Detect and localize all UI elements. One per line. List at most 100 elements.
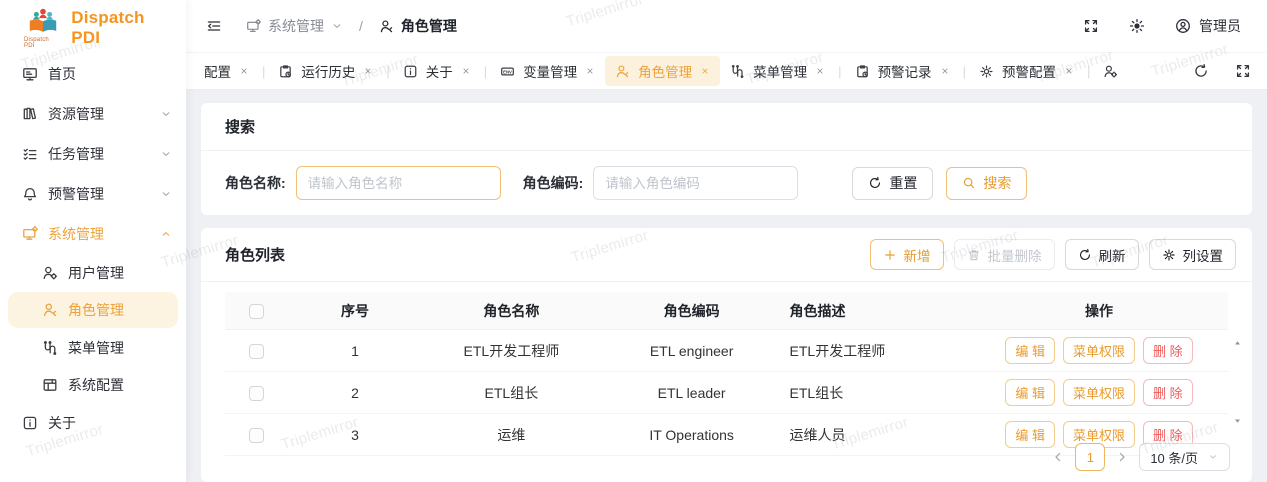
expand-content-icon[interactable] — [1235, 63, 1251, 79]
sidebar-item-menu-management[interactable]: 菜单管理 — [0, 329, 186, 366]
close-tab-icon[interactable] — [461, 66, 471, 76]
refresh-list-button[interactable]: 刷新 — [1065, 239, 1139, 270]
role-name-input[interactable] — [296, 166, 501, 200]
chevron-down-icon — [160, 188, 172, 200]
sidebar-item-label: 角色管理 — [68, 300, 124, 320]
sidebar-item-system-config[interactable]: 系统配置 — [0, 366, 186, 403]
breadcrumb: 系统管理 / 角色管理 — [246, 16, 457, 36]
tab-label: 变量管理 — [523, 61, 577, 81]
system-icon — [246, 19, 261, 34]
close-tab-icon[interactable] — [1064, 66, 1074, 76]
close-tab-icon[interactable] — [239, 66, 249, 76]
row-checkbox[interactable] — [249, 344, 264, 359]
sidebar-item-alert-management[interactable]: 预警管理 — [0, 174, 186, 214]
tab-run-history[interactable]: 运行历史 — [268, 56, 383, 86]
breadcrumb-role-management[interactable]: 角色管理 — [379, 16, 457, 36]
refresh-tabs-icon[interactable] — [1193, 63, 1209, 79]
sidebar-item-label: 预警管理 — [48, 184, 104, 204]
column-header: 角色编码 — [608, 301, 776, 321]
sidebar-item-home[interactable]: 首页 — [0, 54, 186, 94]
user-menu[interactable]: 管理员 — [1175, 16, 1241, 36]
checklist-icon — [22, 146, 38, 162]
menu-permission-button[interactable]: 菜单权限 — [1063, 337, 1135, 364]
reset-button-label: 重置 — [889, 173, 917, 193]
tab-alert-config[interactable]: 预警配置 — [969, 56, 1084, 86]
column-settings-button[interactable]: 列设置 — [1149, 239, 1237, 270]
edit-button[interactable]: 编 辑 — [1005, 379, 1055, 406]
sidebar-item-label: 关于 — [48, 413, 76, 433]
tab-divider: | — [838, 64, 841, 79]
sidebar-item-user-management[interactable]: 用户管理 — [0, 254, 186, 291]
delete-button[interactable]: 删 除 — [1143, 379, 1193, 406]
add-role-button[interactable]: 新增 — [870, 239, 944, 270]
grid-icon — [42, 377, 58, 393]
sidebar-item-role-management[interactable]: 角色管理 — [8, 292, 178, 328]
role-name-field: 角色名称: — [225, 166, 501, 200]
logo-caption: Dispatch PDI — [24, 37, 61, 49]
info-icon — [22, 415, 38, 431]
menu-flow-icon — [42, 340, 58, 356]
sidebar-item-task-management[interactable]: 任务管理 — [0, 134, 186, 174]
role-list-header: 角色列表 新增 批量删除 刷新 — [201, 228, 1252, 282]
tab-config[interactable]: 配置 — [194, 56, 259, 86]
row-checkbox[interactable] — [249, 386, 264, 401]
tab-role-management[interactable]: 角色管理 — [605, 56, 720, 86]
sidebar-item-system-management[interactable]: 系统管理 — [0, 214, 186, 254]
close-tab-icon[interactable] — [585, 66, 595, 76]
add-role-label: 新增 — [904, 245, 931, 265]
tab-user-management[interactable] — [1093, 59, 1123, 84]
sidebar-item-label: 任务管理 — [48, 144, 104, 164]
chevron-down-icon — [331, 20, 343, 32]
breadcrumb-system-management[interactable]: 系统管理 — [246, 16, 343, 36]
menu-permission-button[interactable]: 菜单权限 — [1063, 379, 1135, 406]
env-icon: ENV — [500, 64, 515, 79]
books-icon — [22, 106, 38, 122]
tab-divider: | — [484, 64, 487, 79]
theme-sun-icon[interactable] — [1129, 18, 1145, 34]
table-scrollbar — [1228, 292, 1246, 434]
tab-menu-management[interactable]: 菜单管理 — [720, 56, 835, 86]
next-page-icon[interactable] — [1114, 449, 1130, 465]
column-settings-label: 列设置 — [1183, 245, 1224, 265]
collapse-sidebar-icon[interactable] — [206, 18, 222, 34]
info-icon — [403, 64, 418, 79]
role-code-input[interactable] — [593, 166, 798, 200]
sidebar-menu: 首页资源管理任务管理预警管理系统管理用户管理角色管理菜单管理系统配置关于 — [0, 52, 186, 445]
scroll-up-icon[interactable] — [1232, 338, 1243, 349]
chevron-down-icon — [160, 108, 172, 120]
close-tab-icon[interactable] — [700, 66, 710, 76]
tab-divider: | — [262, 64, 265, 79]
select-all-checkbox[interactable] — [249, 304, 264, 319]
tab-variable-management[interactable]: ENV 变量管理 — [490, 56, 605, 86]
role-icon — [379, 19, 394, 34]
close-tab-icon[interactable] — [815, 66, 825, 76]
close-tab-icon[interactable] — [363, 66, 373, 76]
batch-delete-button[interactable]: 批量删除 — [954, 239, 1055, 270]
edit-button[interactable]: 编 辑 — [1005, 337, 1055, 364]
close-tab-icon[interactable] — [940, 66, 950, 76]
sidebar-item-label: 系统配置 — [68, 375, 124, 395]
delete-button[interactable]: 删 除 — [1143, 337, 1193, 364]
previous-page-icon[interactable] — [1050, 449, 1066, 465]
sidebar-item-label: 首页 — [48, 64, 76, 84]
sidebar-item-about[interactable]: 关于 — [0, 403, 186, 443]
breadcrumb-separator: / — [359, 18, 363, 34]
tab-about[interactable]: 关于 — [393, 56, 481, 86]
search-button[interactable]: 搜索 — [946, 167, 1027, 200]
search-icon — [962, 176, 976, 190]
avatar-icon — [1175, 18, 1191, 34]
tab-label: 预警配置 — [1002, 61, 1056, 81]
tab-alert-records[interactable]: 预警记录 — [845, 56, 960, 86]
clipboard-clock-icon — [278, 64, 293, 79]
page-number[interactable]: 1 — [1075, 443, 1105, 471]
fullscreen-icon[interactable] — [1083, 18, 1099, 34]
logo: Dispatch PDI Dispatch PDI — [0, 0, 186, 52]
checkbox-cell — [225, 342, 295, 359]
sidebar-item-resource-management[interactable]: 资源管理 — [0, 94, 186, 134]
reset-button[interactable]: 重置 — [852, 167, 933, 200]
column-header: 角色名称 — [415, 301, 608, 321]
role-code-label: 角色编码: — [523, 173, 584, 193]
row-index-cell: 1 — [295, 343, 415, 359]
scroll-down-icon[interactable] — [1232, 415, 1243, 426]
page-size-select[interactable]: 10 条/页 — [1139, 443, 1230, 471]
